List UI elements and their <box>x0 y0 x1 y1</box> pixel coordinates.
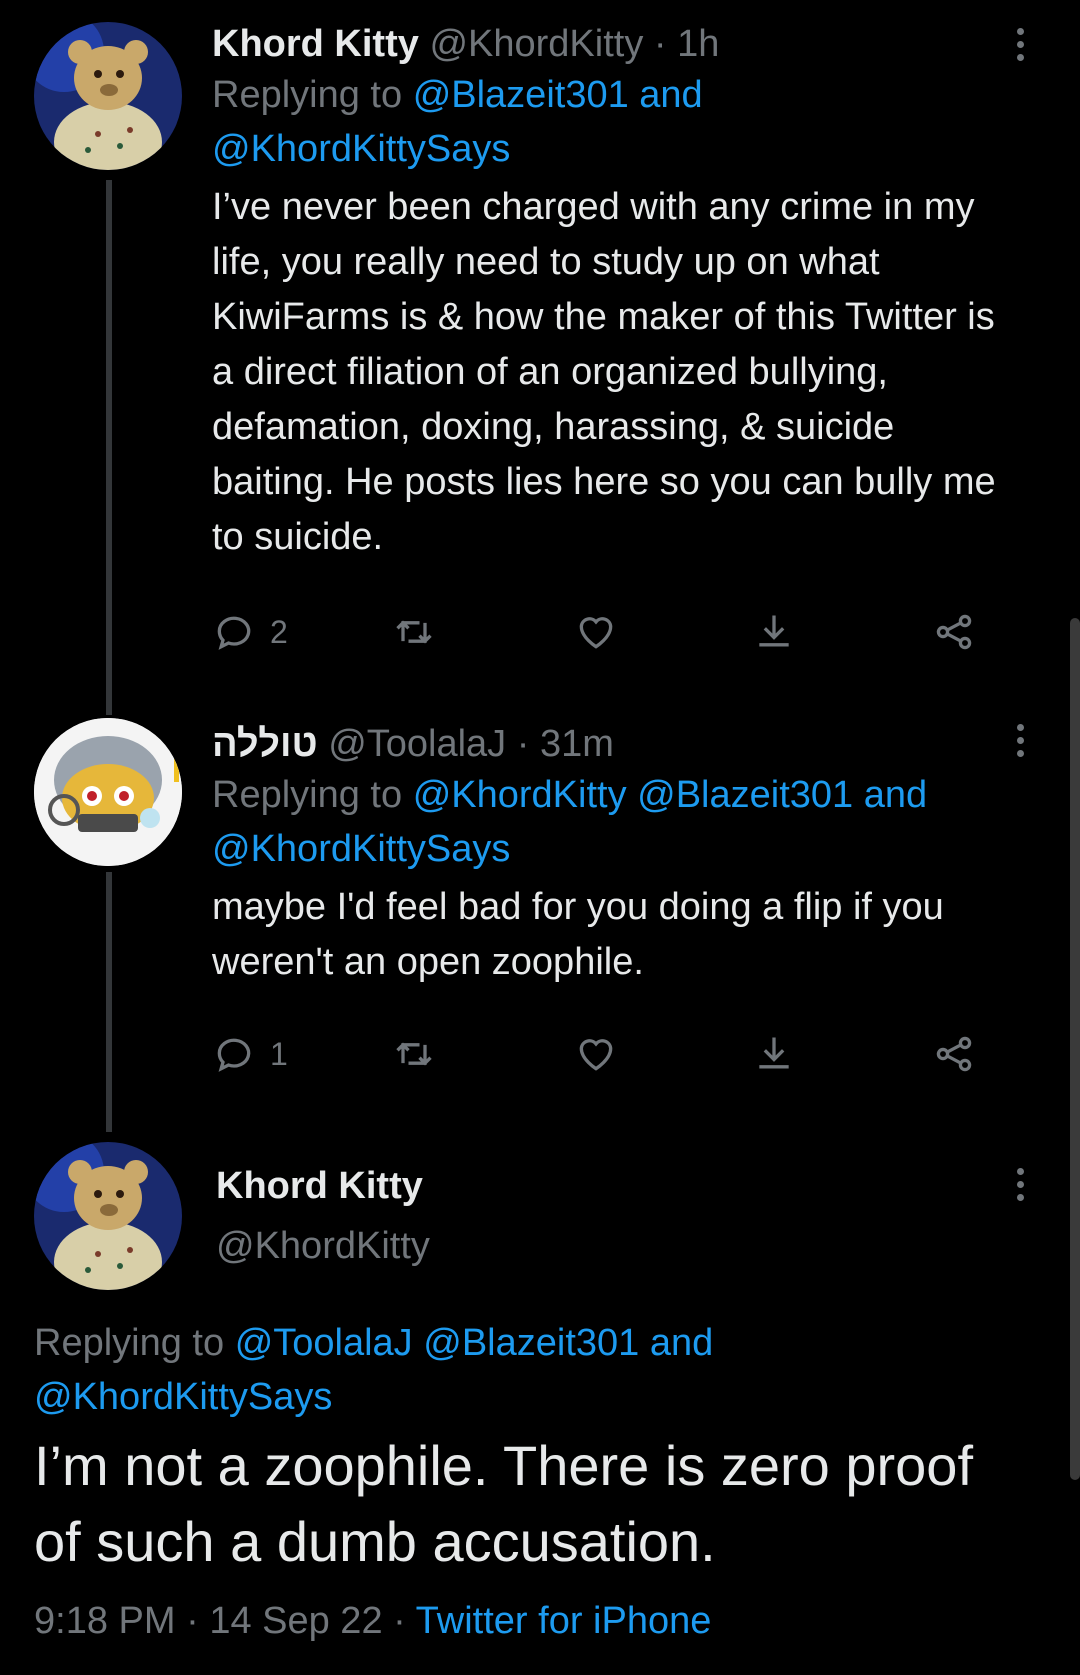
reply-button[interactable]: 1 <box>212 1029 288 1079</box>
share-link-icon <box>936 1036 972 1072</box>
mention-link[interactable]: @KhordKittySays <box>212 128 510 170</box>
share-button[interactable] <box>752 607 796 657</box>
like-button[interactable] <box>574 1029 618 1079</box>
tweet-text: I’ve never been charged with any crime i… <box>212 186 996 558</box>
thread-connector-line <box>106 872 112 1132</box>
action-bar: 1 <box>212 1029 1022 1079</box>
reply-count: 1 <box>270 1035 288 1072</box>
retweet-button[interactable] <box>392 1029 436 1079</box>
mention-link[interactable]: @KhordKitty @Blazeit301 and <box>413 774 927 816</box>
display-name[interactable]: Khord Kitty <box>216 1162 430 1210</box>
replying-to: Replying to @KhordKitty @Blazeit301 and … <box>212 768 1020 876</box>
like-icon <box>579 617 613 649</box>
separator-dot: · <box>393 1600 406 1642</box>
reply-button[interactable]: 2 <box>212 607 288 657</box>
user-handle[interactable]: @ToolalaJ <box>328 723 506 765</box>
avatar[interactable] <box>34 22 182 170</box>
reply-icon <box>217 616 251 650</box>
mention-link[interactable]: @Blazeit301 and <box>413 74 703 116</box>
separator-dot: · <box>653 23 667 65</box>
share-button[interactable] <box>752 1029 796 1079</box>
mention-link[interactable]: @KhordKittySays <box>34 1376 332 1418</box>
like-button[interactable] <box>574 607 618 657</box>
tweet-source-link[interactable]: Twitter for iPhone <box>416 1600 712 1642</box>
tweet-text: I’m not a zoophile. There is zero proof … <box>34 1434 974 1573</box>
tweet-time[interactable]: 31m <box>540 723 614 765</box>
tweet-metadata: 9:18 PM · 14 Sep 22 · Twitter for iPhone <box>34 1600 711 1643</box>
thread-connector-line <box>106 180 112 715</box>
tweet-date[interactable]: 14 Sep 22 <box>209 1600 382 1642</box>
retweet-button[interactable] <box>392 607 436 657</box>
user-handle[interactable]: @KhordKitty <box>429 23 643 65</box>
replying-prefix: Replying to <box>34 1322 225 1364</box>
display-name[interactable]: Khord Kitty <box>212 23 419 65</box>
share-link-button[interactable] <box>932 607 976 657</box>
user-handle[interactable]: @KhordKitty <box>216 1222 430 1270</box>
avatar[interactable] <box>34 718 182 866</box>
share-icon <box>759 615 789 647</box>
separator-dot: · <box>516 723 530 765</box>
tweet-header: טוללה @ToolalaJ · 31m <box>212 720 1020 768</box>
separator-dot: · <box>186 1600 199 1642</box>
robot-character-avatar-image <box>34 718 182 866</box>
share-link-button[interactable] <box>932 1029 976 1079</box>
display-name[interactable]: טוללה <box>212 723 318 765</box>
share-link-icon <box>936 614 972 650</box>
mention-link[interactable]: @ToolalaJ @Blazeit301 and <box>235 1322 714 1364</box>
action-bar: 2 <box>212 607 1022 657</box>
plush-bear-avatar-image <box>34 1142 182 1290</box>
tweet-time[interactable]: 9:18 PM <box>34 1600 176 1642</box>
retweet-icon <box>396 620 432 644</box>
replying-prefix: Replying to <box>212 74 403 116</box>
replying-to: Replying to @Blazeit301 and @KhordKittyS… <box>212 68 1020 176</box>
scrollbar[interactable] <box>1070 618 1080 1480</box>
like-icon <box>579 1039 613 1071</box>
tweet-header: Khord Kitty @KhordKitty · 1h <box>212 20 1020 68</box>
retweet-icon <box>396 1042 432 1066</box>
tweet-text: maybe I'd feel bad for you doing a flip … <box>212 886 944 983</box>
avatar[interactable] <box>34 1142 182 1290</box>
plush-bear-avatar-image <box>34 22 182 170</box>
share-icon <box>759 1037 789 1069</box>
more-options-icon[interactable] <box>1012 1168 1028 1201</box>
tweet-time[interactable]: 1h <box>677 23 719 65</box>
reply-icon <box>217 1038 251 1072</box>
replying-to: Replying to @ToolalaJ @Blazeit301 and @K… <box>34 1316 713 1424</box>
mention-link[interactable]: @KhordKittySays <box>212 828 510 870</box>
reply-count: 2 <box>270 613 288 650</box>
replying-prefix: Replying to <box>212 774 403 816</box>
